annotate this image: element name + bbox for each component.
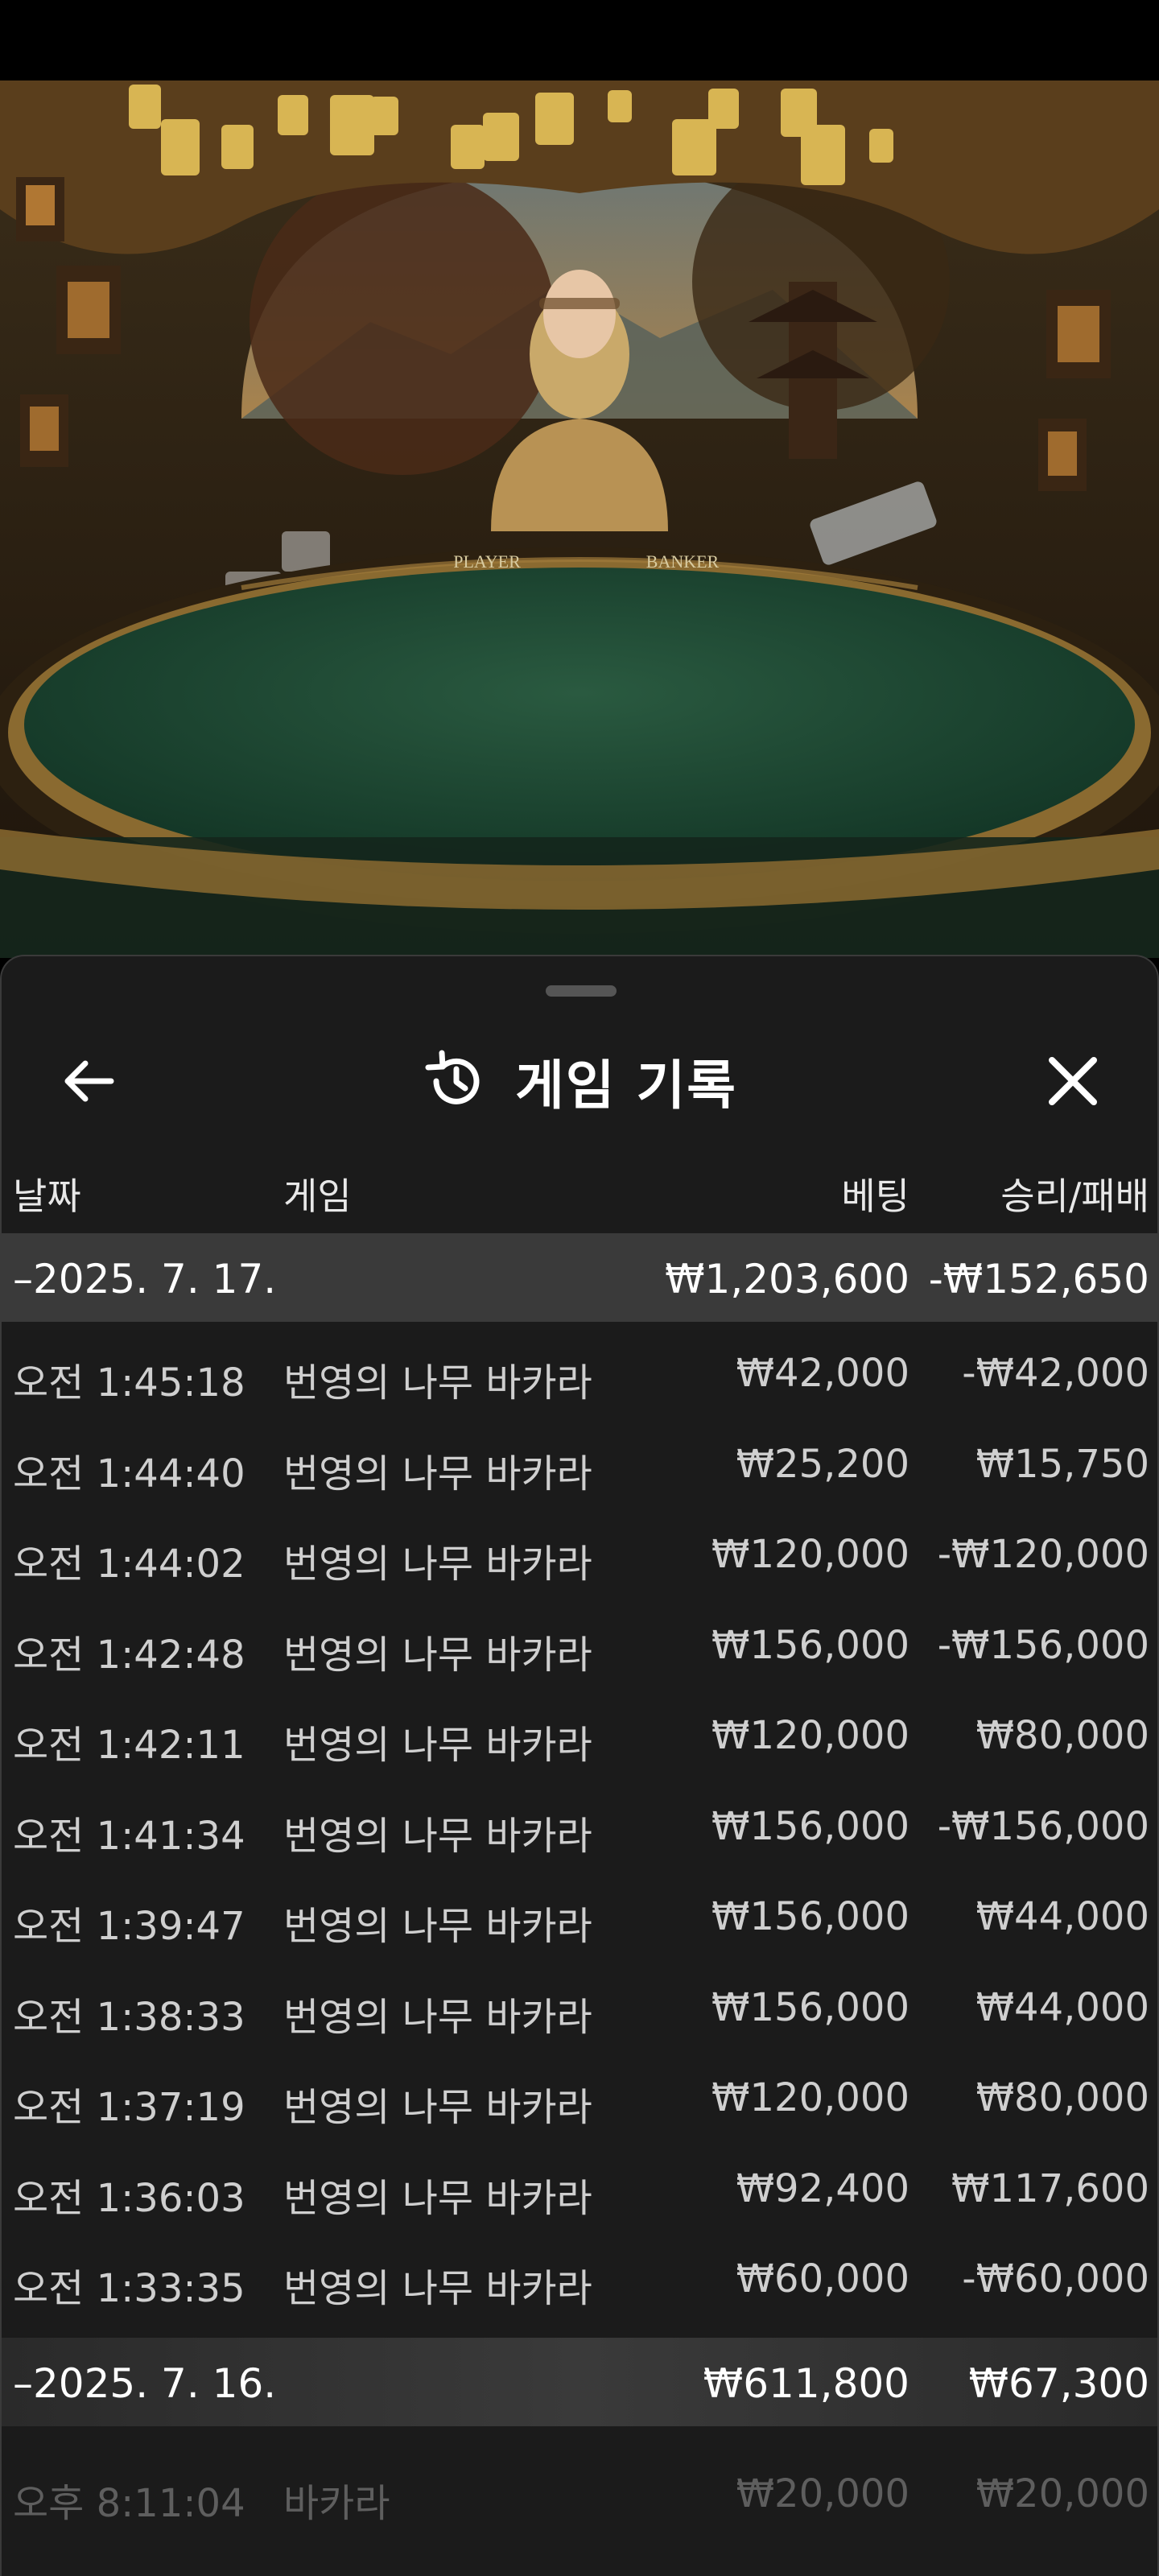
group-total-bet: ₩1,203,600	[665, 1256, 909, 1302]
column-header-bet: 베팅	[841, 1174, 909, 1218]
row-bet: ₩25,200	[736, 1441, 909, 1487]
history-list: 오전 1:45:18 번영의 나무 바카라 ₩42,000 -₩42,000 오…	[2, 1327, 1157, 2323]
group-total-result: -₩152,650	[928, 1256, 1149, 1302]
sheet-header: 게임 기록	[2, 1021, 1157, 1141]
history-row[interactable]: 오전 1:36:03 번영의 나무 바카라 ₩92,400 ₩117,600	[2, 2142, 1157, 2233]
row-time: 오전 1:39:47	[13, 1904, 245, 1949]
row-bet: ₩156,000	[711, 1803, 909, 1849]
page-title: 게임 기록	[515, 1055, 737, 1117]
history-row[interactable]: 오전 1:37:19 번영의 나무 바카라 ₩120,000 ₩80,000	[2, 2051, 1157, 2142]
back-button[interactable]	[52, 1045, 124, 1117]
date-group-row[interactable]: –2025. 7. 17. ₩1,203,600 -₩152,650	[2, 1233, 1157, 1322]
history-row[interactable]: 오전 1:45:18 번영의 나무 바카라 ₩42,000 -₩42,000	[2, 1327, 1157, 1418]
history-row[interactable]: 오전 1:39:47 번영의 나무 바카라 ₩156,000 ₩44,000	[2, 1870, 1157, 1961]
group-date: –2025. 7. 16.	[13, 2360, 277, 2407]
arrow-left-icon	[64, 1060, 114, 1102]
table-label-banker: BANKER	[646, 551, 720, 572]
history-row[interactable]: 오전 1:33:35 번영의 나무 바카라 ₩60,000 -₩60,000	[2, 2232, 1157, 2323]
row-game: 번영의 나무 바카라	[283, 1542, 592, 1587]
column-header-date: 날짜	[13, 1174, 81, 1218]
row-result: -₩120,000	[937, 1532, 1149, 1577]
group-total-result: ₩67,300	[968, 2360, 1149, 2407]
row-game: 번영의 나무 바카라	[283, 1632, 592, 1678]
row-bet: ₩20,000	[736, 2471, 909, 2516]
game-history-sheet: 게임 기록 날짜 게임 베팅 승리/패배 –2025. 7. 17. ₩1,20…	[0, 955, 1159, 2576]
row-bet: ₩42,000	[736, 1351, 909, 1396]
row-game: 바카라	[283, 2481, 390, 2526]
drag-handle[interactable]	[546, 985, 617, 997]
column-header-win-loss: 승리/패배	[1000, 1174, 1149, 1218]
date-group-row[interactable]: –2025. 7. 16. ₩611,800 ₩67,300	[2, 2338, 1157, 2426]
title-group: 게임 기록	[2, 1021, 1157, 1141]
row-time: 오전 1:37:19	[13, 2085, 245, 2130]
row-result: ₩15,750	[975, 1441, 1149, 1487]
row-time: 오전 1:42:11	[13, 1723, 245, 1768]
row-result: -₩42,000	[962, 1351, 1149, 1396]
row-bet: ₩60,000	[736, 2256, 909, 2301]
group-total-bet: ₩611,800	[703, 2360, 909, 2407]
row-time: 오전 1:33:35	[13, 2266, 245, 2311]
column-headers: 날짜 게임 베팅 승리/패배	[2, 1150, 1157, 1230]
row-bet: ₩120,000	[711, 1713, 909, 1758]
row-bet: ₩120,000	[711, 2075, 909, 2120]
row-game: 번영의 나무 바카라	[283, 1723, 592, 1768]
close-icon	[1049, 1057, 1097, 1105]
row-time: 오전 1:44:40	[13, 1451, 245, 1496]
row-result: ₩117,600	[951, 2165, 1149, 2211]
row-time: 오전 1:42:48	[13, 1632, 245, 1678]
close-button[interactable]	[1037, 1045, 1109, 1117]
row-time: 오후 8:11:04	[13, 2481, 245, 2526]
row-time: 오전 1:38:33	[13, 1994, 245, 2040]
live-video-stream: PLAYER BANKER	[0, 80, 1159, 958]
table-label-player: PLAYER	[453, 551, 521, 572]
column-header-game: 게임	[283, 1174, 352, 1218]
row-time: 오전 1:36:03	[13, 2175, 245, 2221]
row-result: -₩156,000	[937, 1803, 1149, 1849]
row-result: ₩44,000	[975, 1894, 1149, 1939]
history-row[interactable]: 오전 1:44:40 번영의 나무 바카라 ₩25,200 ₩15,750	[2, 1418, 1157, 1509]
row-game: 번영의 나무 바카라	[283, 1451, 592, 1496]
history-icon	[425, 1050, 480, 1104]
history-row[interactable]: 오후 8:11:04 바카라 ₩20,000 ₩20,000	[2, 2447, 1157, 2537]
row-game: 번영의 나무 바카라	[283, 1994, 592, 2040]
history-row[interactable]: 오전 1:41:34 번영의 나무 바카라 ₩156,000 -₩156,000	[2, 1780, 1157, 1871]
row-bet: ₩120,000	[711, 1532, 909, 1577]
row-result: ₩20,000	[975, 2471, 1149, 2516]
row-game: 번영의 나무 바카라	[283, 2085, 592, 2130]
row-bet: ₩92,400	[736, 2165, 909, 2211]
status-bar	[0, 0, 1159, 80]
row-result: ₩80,000	[975, 2075, 1149, 2120]
row-bet: ₩156,000	[711, 1894, 909, 1939]
row-game: 번영의 나무 바카라	[283, 2266, 592, 2311]
row-game: 번영의 나무 바카라	[283, 1813, 592, 1859]
history-row[interactable]: 오전 1:42:11 번영의 나무 바카라 ₩120,000 ₩80,000	[2, 1689, 1157, 1780]
row-result: -₩60,000	[962, 2256, 1149, 2301]
row-result: ₩44,000	[975, 1984, 1149, 2030]
row-bet: ₩156,000	[711, 1984, 909, 2030]
history-row[interactable]: 오전 1:38:33 번영의 나무 바카라 ₩156,000 ₩44,000	[2, 1961, 1157, 2052]
row-result: -₩156,000	[937, 1622, 1149, 1668]
row-result: ₩80,000	[975, 1713, 1149, 1758]
row-bet: ₩156,000	[711, 1622, 909, 1668]
baccarat-table-scene: PLAYER BANKER	[0, 80, 1159, 958]
row-time: 오전 1:44:02	[13, 1542, 245, 1587]
history-row[interactable]: 오전 1:44:02 번영의 나무 바카라 ₩120,000 -₩120,000	[2, 1508, 1157, 1599]
row-game: 번영의 나무 바카라	[283, 1360, 592, 1406]
row-game: 번영의 나무 바카라	[283, 1904, 592, 1949]
row-time: 오전 1:41:34	[13, 1813, 245, 1859]
group-date: –2025. 7. 17.	[13, 1256, 277, 1302]
history-row[interactable]: 오전 1:42:48 번영의 나무 바카라 ₩156,000 -₩156,000	[2, 1599, 1157, 1690]
row-game: 번영의 나무 바카라	[283, 2175, 592, 2221]
row-time: 오전 1:45:18	[13, 1360, 245, 1406]
